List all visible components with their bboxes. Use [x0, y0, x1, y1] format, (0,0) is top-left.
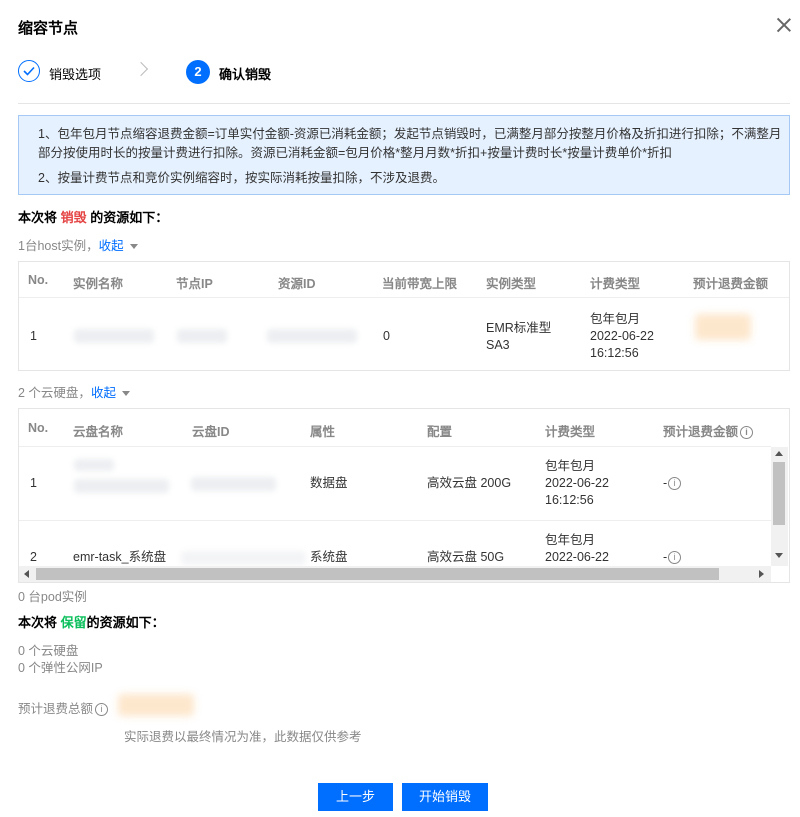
host-cell-bandwidth: 0: [383, 329, 390, 343]
scroll-right-icon[interactable]: [759, 570, 764, 578]
disk-cell-billing-2: 2022-06-22: [545, 550, 609, 564]
disk-th-name: 云盘名称: [73, 425, 124, 439]
disk-cell-refund: -i: [663, 475, 682, 492]
info-icon[interactable]: i: [668, 551, 682, 565]
host-th-ip: 节点IP: [176, 277, 213, 291]
step-2-label: 确认销毁: [219, 67, 272, 82]
keep-keyword: 保留: [60, 615, 87, 630]
disk-cell-attr: 系统盘: [310, 550, 348, 564]
dialog-title: 缩容节点: [18, 20, 79, 37]
host-th-bandwidth: 当前带宽上限: [382, 277, 458, 291]
scroll-down-icon[interactable]: [775, 553, 783, 558]
host-table: No. 实例名称 节点IP 资源ID 当前带宽上限 实例类型 计费类型 预计退费…: [18, 261, 790, 371]
divider: [18, 103, 790, 104]
disk-cell-name: emr-task_系统盘: [73, 550, 167, 564]
step-2-number: 2: [186, 60, 210, 84]
step-1-label: 销毁选项: [49, 67, 102, 82]
host-th-no: No.: [28, 273, 49, 287]
host-th-id: 资源ID: [278, 277, 316, 291]
keep-section-title: 本次将 保留的资源如下：: [18, 615, 165, 630]
disk-cell-billing-2: 2022-06-22: [545, 476, 609, 490]
disk-group-toggle[interactable]: 2 个云硬盘，收起: [18, 382, 130, 401]
horizontal-scroll-thumb[interactable]: [36, 568, 719, 580]
caret-down-icon: [129, 244, 138, 250]
disk-th-attr: 属性: [310, 425, 336, 439]
disk-cell-config: 高效云盘 200G: [427, 476, 512, 490]
redacted-disk-name: [74, 479, 169, 493]
prev-step-button[interactable]: 上一步: [318, 783, 393, 811]
disk-table: No. 云盘名称 云盘ID 属性 配置 计费类型 预计退费金额 i 1 数据盘 高…: [18, 408, 790, 583]
info-icon[interactable]: i: [668, 477, 682, 491]
notice-line-1: 1、包年包月节点缩容退费金额=订单实付金额-资源已消耗金额；发起节点销毁时，已满…: [38, 127, 782, 141]
host-cell-type-2: SA3: [486, 338, 510, 352]
redacted-refund-total: [118, 694, 194, 716]
keep-item-eip: 0 个弹性公网IP: [18, 661, 103, 675]
host-cell-no: 1: [30, 329, 37, 343]
refund-total-label: 预计退费总额 i: [18, 698, 109, 717]
host-th-refund: 预计退费金额: [693, 277, 769, 291]
redacted-resource-id: [267, 329, 357, 343]
destroy-keyword: 销毁: [60, 210, 87, 225]
disk-th-refund: 预计退费金额 i: [663, 421, 754, 440]
redacted-disk-name: [74, 459, 114, 471]
caret-down-icon: [121, 391, 130, 397]
redacted-node-ip: [177, 329, 227, 343]
vertical-scroll-thumb[interactable]: [773, 462, 785, 525]
notice-box: 1、包年包月节点缩容退费金额=订单实付金额-资源已消耗金额；发起节点销毁时，已满…: [18, 115, 790, 195]
disk-cell-no: 2: [30, 550, 37, 564]
destroy-section-title: 本次将 销毁 的资源如下：: [18, 210, 169, 225]
disk-th-billing: 计费类型: [545, 425, 596, 439]
scroll-up-icon[interactable]: [775, 451, 783, 456]
redacted-disk-id: [181, 551, 306, 565]
pod-count: 0 台pod实例: [18, 590, 87, 604]
host-group-toggle[interactable]: 1台host实例，收起: [18, 235, 138, 254]
host-cell-billing-1: 包年包月: [590, 312, 641, 326]
close-icon[interactable]: [775, 16, 793, 34]
info-icon[interactable]: i: [95, 703, 109, 717]
notice-line-3: 2、按量计费节点和竞价实例缩容时，按实际消耗按量扣除，不涉及退费。: [38, 171, 445, 185]
disk-th-id: 云盘ID: [192, 425, 230, 439]
redacted-instance-name: [74, 329, 154, 343]
disk-cell-attr: 数据盘: [310, 476, 348, 490]
host-cell-billing-2: 2022-06-22: [590, 329, 654, 343]
scroll-left-icon[interactable]: [24, 570, 29, 578]
info-icon[interactable]: i: [740, 426, 754, 440]
host-th-type: 实例类型: [486, 277, 537, 291]
start-destroy-button[interactable]: 开始销毁: [402, 783, 488, 811]
step-done-check-icon: [18, 60, 40, 82]
disk-cell-refund: -i: [663, 549, 682, 566]
disk-cell-billing-1: 包年包月: [545, 533, 596, 547]
host-cell-type-1: EMR标准型: [486, 321, 552, 335]
host-th-name: 实例名称: [73, 277, 124, 291]
host-collapse-link[interactable]: 收起: [99, 239, 124, 253]
notice-line-2: 部分按使用时长的按量计费进行扣除。资源已消耗金额=包月价格*整月月数*折扣+按量…: [38, 146, 673, 160]
host-th-billing: 计费类型: [590, 277, 641, 291]
disk-cell-billing-1: 包年包月: [545, 459, 596, 473]
disk-cell-no: 1: [30, 476, 37, 490]
step-chevron-icon: [133, 61, 149, 77]
disk-collapse-link[interactable]: 收起: [91, 386, 116, 400]
disk-cell-billing-3: 16:12:56: [545, 493, 594, 507]
disk-cell-config: 高效云盘 50G: [427, 550, 505, 564]
host-cell-billing-3: 16:12:56: [590, 346, 639, 360]
refund-note: 实际退费以最终情况为准，此数据仅供参考: [124, 730, 362, 744]
redacted-refund: [695, 314, 751, 340]
disk-th-no: No.: [28, 421, 49, 435]
disk-th-config: 配置: [427, 425, 453, 439]
redacted-disk-id: [191, 477, 276, 491]
